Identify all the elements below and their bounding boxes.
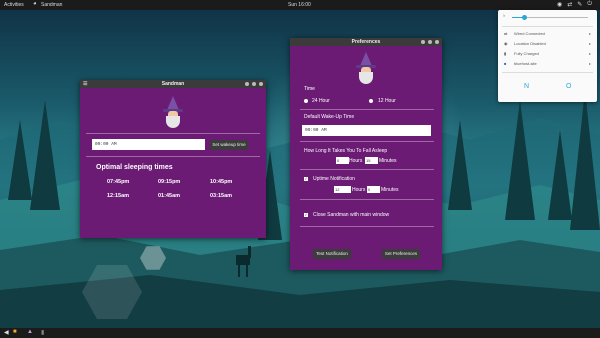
user-icon: ■ (504, 61, 507, 66)
volume-icon: ♭ (503, 13, 506, 19)
files-app-icon[interactable]: ■ (13, 329, 17, 335)
preferences-titlebar[interactable]: Preferences (290, 38, 442, 46)
uptime-hours-input[interactable]: 12 (334, 186, 351, 193)
sleep-time: 12:15am (107, 193, 130, 199)
maximize-button[interactable] (428, 40, 432, 44)
location-icon: ◉ (504, 41, 508, 46)
chevron-right-icon: ▸ (588, 51, 591, 56)
activities-button[interactable]: Activities (4, 2, 24, 8)
chevron-right-icon: ▸ (588, 31, 591, 36)
network-icon: ⇄ (504, 31, 508, 36)
uptime-label[interactable]: Uptime Notification (313, 176, 355, 182)
menu-item-user[interactable]: bluehost-site (514, 61, 537, 66)
system-tray[interactable]: ◉ ⇄ ✎ ⏻ (557, 1, 592, 8)
separator (502, 26, 593, 27)
menu-item-wired[interactable]: Wired Connected (514, 31, 545, 36)
window-title: Sandman (161, 81, 185, 87)
close-with-main-label[interactable]: Close Sandman with main window (313, 212, 389, 218)
chevron-right-icon: ▸ (588, 41, 591, 46)
fall-asleep-label: How Long It Takes You To Fall Asleep (304, 148, 388, 154)
wizard-logo-icon (355, 52, 377, 84)
settings-button[interactable]: N (524, 83, 529, 90)
separator (86, 133, 260, 134)
separator (300, 199, 434, 200)
top-bar: Activities ◕ Sandman Sun 16:00 ◉ ⇄ ✎ ⏻ (0, 0, 600, 10)
app-menu-icon[interactable]: ◕ (33, 1, 37, 7)
bottom-dock: ◀ ■ ▲ ▮ (0, 328, 600, 338)
minutes-label: Minutes (381, 187, 399, 193)
sleep-time: 03:15am (210, 193, 233, 199)
network-icon[interactable]: ⇄ (567, 1, 572, 8)
radio-12h-label[interactable]: 12 Hour (378, 98, 396, 104)
maximize-button[interactable] (252, 82, 256, 86)
lock-button[interactable]: O (566, 83, 571, 90)
clock[interactable]: Sun 16:00 (288, 2, 311, 8)
power-icon[interactable]: ⏻ (587, 1, 592, 8)
sandman-window: ☰ Sandman 09:00 AM Set wakeup time Optim… (80, 80, 266, 238)
close-button[interactable] (435, 40, 439, 44)
set-wakeup-button[interactable]: Set wakeup time (210, 140, 248, 150)
preferences-window: Preferences Time 24 Hour 12 Hour Default… (290, 38, 442, 270)
sleep-time: 01:45am (158, 193, 181, 199)
time-format-label: Time (304, 86, 315, 92)
menu-item-battery[interactable]: Fully Charged (514, 51, 539, 56)
separator (502, 72, 593, 73)
radio-12h[interactable] (369, 99, 373, 103)
menu-icon[interactable]: ☰ (83, 80, 87, 88)
separator (300, 109, 434, 110)
volume-slider-handle[interactable] (522, 15, 527, 20)
minutes-label: Minutes (379, 158, 397, 164)
pen-icon[interactable]: ✎ (577, 1, 582, 8)
menu-item-location[interactable]: Location Disabled (514, 41, 546, 46)
window-title: Preferences (351, 39, 381, 45)
default-wake-label: Default Wake-Up Time (304, 114, 355, 120)
default-wake-input[interactable]: 09:00 AM (302, 125, 431, 136)
wakeup-time-input[interactable]: 09:00 AM (92, 139, 205, 150)
system-menu: ♭ ⇄ Wired Connected ▸ ◉ Location Disable… (498, 10, 597, 102)
sleep-time: 07:45pm (107, 179, 130, 185)
minimize-button[interactable] (421, 40, 425, 44)
battery-icon: ▮ (504, 51, 507, 56)
uptime-minutes-input[interactable]: 0 (367, 186, 380, 193)
show-apps-icon[interactable]: ◀ (4, 329, 9, 336)
radio-24h[interactable] (304, 99, 308, 103)
fall-asleep-hours-input[interactable]: 0 (336, 157, 349, 164)
close-button[interactable] (259, 82, 263, 86)
uptime-checkbox[interactable]: ✓ (304, 177, 308, 181)
close-with-main-checkbox[interactable]: ✓ (304, 213, 308, 217)
radio-24h-label[interactable]: 24 Hour (312, 98, 330, 104)
sandman-app-icon[interactable]: ▲ (27, 329, 33, 335)
accessibility-icon[interactable]: ◉ (557, 1, 562, 8)
set-preferences-button[interactable]: Set Preferences (382, 249, 420, 259)
app-menu-label[interactable]: Sandman (41, 2, 62, 8)
hours-label: Hours (349, 158, 363, 164)
terminal-app-icon[interactable]: ▮ (41, 329, 44, 336)
wizard-logo-icon (162, 96, 184, 128)
separator (300, 141, 434, 142)
hours-label: Hours (352, 187, 366, 193)
window-controls (421, 40, 439, 44)
optimal-times-heading: Optimal sleeping times (96, 164, 173, 171)
sandman-titlebar[interactable]: ☰ Sandman (80, 80, 266, 88)
separator (86, 156, 260, 157)
separator (300, 169, 434, 170)
separator (300, 226, 434, 227)
window-controls (245, 82, 263, 86)
minimize-button[interactable] (245, 82, 249, 86)
sleep-time: 10:45pm (210, 179, 233, 185)
test-notification-button[interactable]: Test Notification (313, 249, 351, 259)
sleep-time: 09:15pm (158, 179, 181, 185)
fall-asleep-minutes-input[interactable]: 15 (365, 157, 378, 164)
chevron-right-icon: ▸ (588, 61, 591, 66)
